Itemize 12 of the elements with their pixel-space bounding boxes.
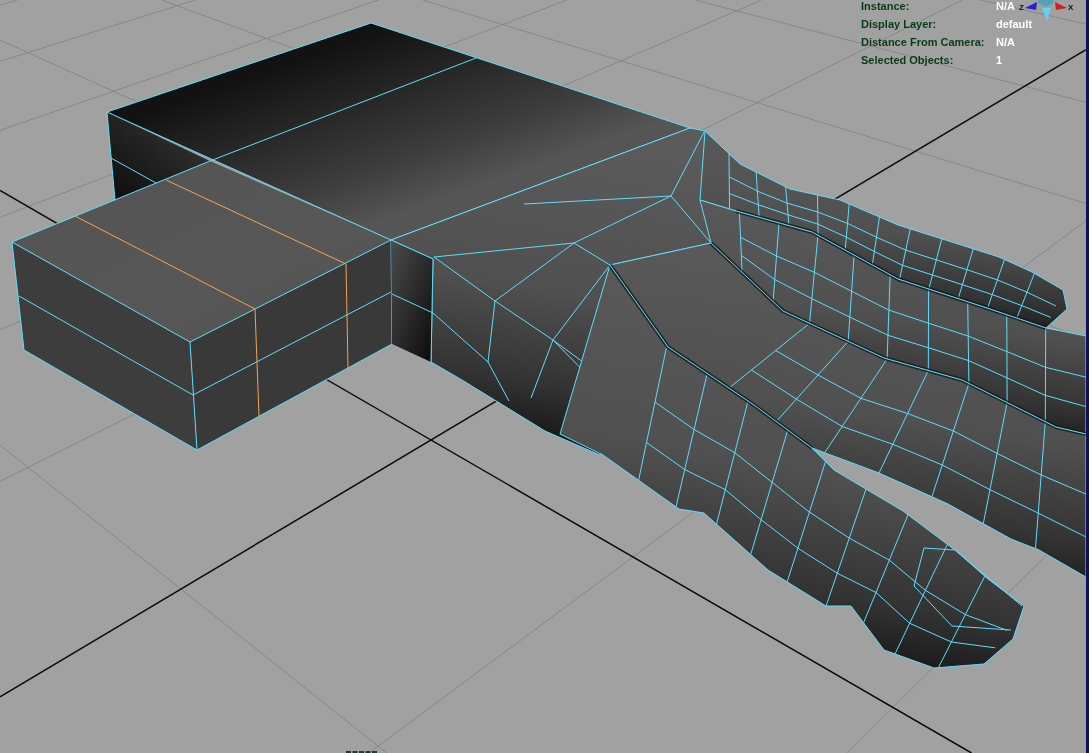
hud-label: Distance From Camera: <box>861 36 985 49</box>
hud-value: 1 <box>996 54 1003 67</box>
axis-label: Z <box>1019 3 1024 12</box>
hud-value: default <box>996 18 1033 31</box>
hud-label: Selected Objects: <box>861 54 954 67</box>
axis-label: X <box>1068 3 1074 12</box>
hud-value: N/A <box>996 0 1015 13</box>
hud-value: N/A <box>996 36 1015 49</box>
clipped-text-remnant-drawing <box>346 750 377 753</box>
axis-cone-icon <box>1042 8 1051 21</box>
hud-label: Display Layer: <box>861 18 937 31</box>
hud-label: Instance: <box>861 0 910 13</box>
